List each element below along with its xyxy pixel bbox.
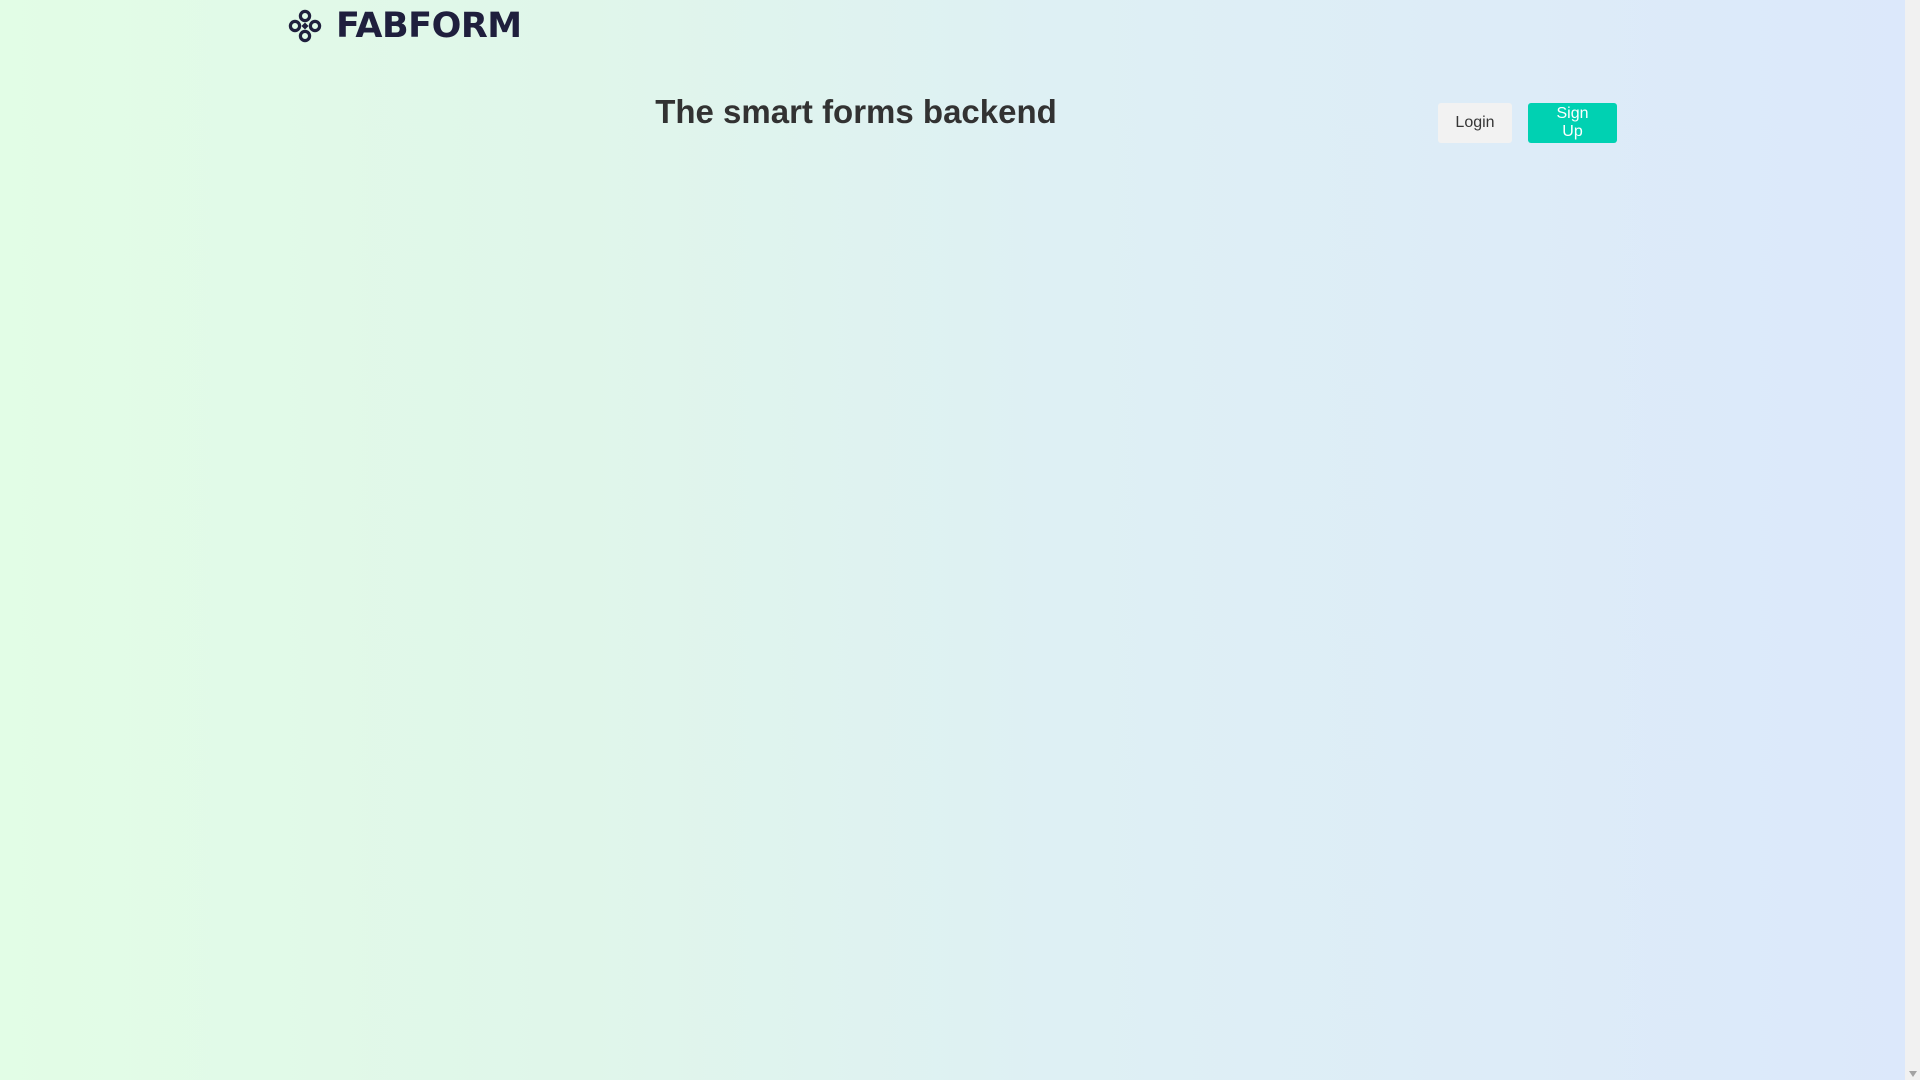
clover-knot-icon [288,9,322,43]
page: FABFORM The smart forms backend Login Si… [0,0,1905,1080]
site-logo[interactable]: FABFORM [288,6,522,46]
vertical-scrollbar[interactable] [1905,0,1920,1080]
auth-buttons: Login Sign Up [1438,103,1617,143]
signup-button[interactable]: Sign Up [1528,103,1617,143]
login-button[interactable]: Login [1438,103,1512,143]
scroll-down-arrow-icon[interactable] [1909,1071,1917,1077]
logo-wordmark: FABFORM [336,6,522,46]
